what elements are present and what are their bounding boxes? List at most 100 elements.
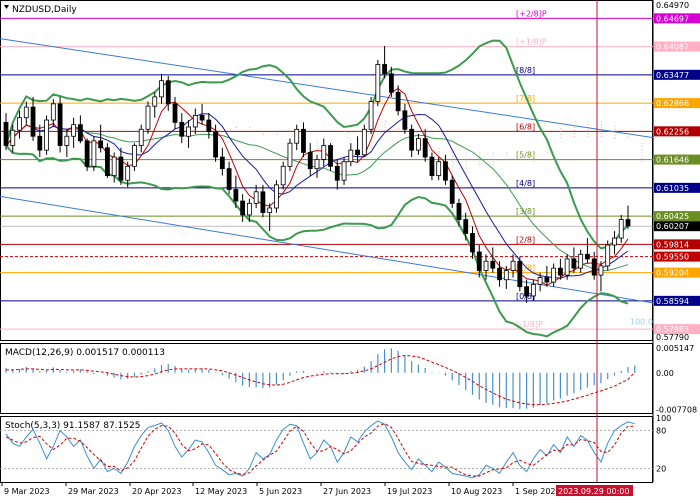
cloud-dot bbox=[465, 161, 467, 163]
candle-body bbox=[544, 277, 550, 283]
cloud-dot bbox=[384, 123, 386, 125]
cloud-dot bbox=[614, 128, 616, 130]
time-tick-label: 27 Jun 2023 bbox=[323, 487, 371, 496]
time-tick-label: 9 Mar 2023 bbox=[4, 487, 50, 496]
candle-body bbox=[557, 267, 563, 276]
time-tick-label: 19 Jul 2023 bbox=[387, 487, 432, 496]
cloud-dot bbox=[479, 164, 481, 166]
candle-body bbox=[402, 110, 408, 130]
candle-body bbox=[77, 124, 83, 142]
candle-body bbox=[50, 103, 56, 121]
candle-body bbox=[233, 189, 239, 202]
cloud-dot bbox=[452, 158, 454, 160]
candle-body bbox=[260, 191, 266, 214]
cloud-dot bbox=[560, 134, 562, 136]
cloud-dot bbox=[533, 155, 535, 157]
price-tag-text: 0.60207 bbox=[656, 222, 689, 231]
cloud-dot bbox=[600, 124, 602, 126]
stoch-title: Stoch(5,3,3) 91.1587 87.1525 bbox=[5, 421, 140, 431]
candle-body bbox=[206, 119, 212, 133]
candle-body bbox=[395, 91, 401, 112]
cloud-dot bbox=[519, 158, 521, 160]
cloud-dot bbox=[614, 134, 616, 136]
cloud-dot bbox=[533, 158, 535, 160]
cloud-dot bbox=[573, 132, 575, 134]
candle-body bbox=[145, 105, 151, 130]
candle-body bbox=[226, 168, 232, 190]
candle-body bbox=[598, 265, 604, 276]
candle-body bbox=[490, 260, 496, 269]
cloud-dot bbox=[465, 164, 467, 166]
candle-body bbox=[23, 106, 29, 119]
candle-body bbox=[274, 184, 279, 209]
time-tick-label: 12 May 2023 bbox=[195, 487, 247, 496]
candle-body bbox=[57, 103, 63, 146]
candle-body bbox=[71, 124, 77, 137]
time-tick-label: 29 Mar 2023 bbox=[68, 487, 119, 496]
candle-body bbox=[111, 156, 117, 176]
cloud-dot bbox=[546, 152, 548, 154]
cloud-dot bbox=[479, 155, 481, 157]
candle-body bbox=[294, 128, 300, 144]
stoch-tick: 20 bbox=[656, 464, 666, 473]
candle-body bbox=[328, 145, 333, 167]
cloud-dot bbox=[452, 161, 454, 163]
cloud-dot bbox=[600, 136, 602, 138]
price-tag-text: 0.59550 bbox=[656, 253, 689, 262]
cloud-dot bbox=[452, 152, 454, 154]
cloud-dot bbox=[587, 136, 589, 138]
candle-body bbox=[287, 142, 293, 167]
price-tag-text: 0.59814 bbox=[656, 240, 689, 249]
candle-body bbox=[355, 149, 360, 156]
cloud-dot bbox=[641, 146, 643, 148]
price-tick: 0.57790 bbox=[656, 333, 689, 342]
candle-body bbox=[64, 135, 70, 146]
stoch-tick: 100 bbox=[656, 414, 671, 423]
candle-body bbox=[585, 253, 590, 260]
cloud-dot bbox=[641, 161, 643, 163]
cloud-dot bbox=[465, 167, 467, 169]
cloud-dot bbox=[452, 164, 454, 166]
candle-body bbox=[476, 251, 482, 271]
cloud-dot bbox=[330, 139, 332, 141]
candle-body bbox=[98, 140, 104, 149]
candle-body bbox=[436, 161, 442, 176]
candle-body bbox=[510, 260, 516, 271]
candle-body bbox=[152, 96, 158, 107]
cloud-dot bbox=[641, 155, 643, 157]
forex-chart[interactable]: [+2/8]P[+1/8]P[8/8][7/8][6/8][5/8][4/8][… bbox=[0, 0, 700, 500]
candle-body bbox=[456, 202, 462, 220]
cloud-dot bbox=[465, 158, 467, 160]
candle-body bbox=[172, 103, 178, 123]
cloud-dot bbox=[641, 152, 643, 154]
cloud-dot bbox=[573, 135, 575, 137]
candle-body bbox=[10, 129, 16, 146]
candle-body bbox=[361, 128, 367, 156]
candle-body bbox=[186, 126, 191, 137]
candle-body bbox=[530, 283, 536, 297]
candle-body bbox=[17, 117, 22, 131]
cloud-dot bbox=[492, 152, 494, 154]
candle-body bbox=[375, 64, 381, 102]
cloud-dot bbox=[641, 158, 643, 160]
macd-tick: 0.005147 bbox=[656, 344, 694, 353]
candle-body bbox=[199, 115, 205, 121]
candle-body bbox=[449, 179, 455, 204]
murrey-label: [+1/8]P bbox=[516, 38, 547, 47]
candle-body bbox=[179, 121, 185, 137]
price-tag-text: 0.61035 bbox=[656, 184, 689, 193]
cloud-dot bbox=[492, 161, 494, 163]
cloud-dot bbox=[641, 143, 643, 145]
time-tick-label: 20 Apr 2023 bbox=[132, 487, 181, 496]
cloud-dot bbox=[560, 128, 562, 130]
macd-tick: 0.00 bbox=[656, 369, 674, 378]
cloud-dot bbox=[614, 137, 616, 139]
candle-body bbox=[517, 260, 523, 288]
candle-body bbox=[280, 165, 286, 186]
murrey-label: [+2/8]P bbox=[516, 9, 547, 18]
candle-body bbox=[307, 152, 313, 170]
candle-body bbox=[37, 135, 43, 151]
cloud-dot bbox=[519, 152, 521, 154]
cloud-dot bbox=[465, 152, 467, 154]
symbol-title-text: NZDUSD,Daily bbox=[12, 5, 77, 15]
